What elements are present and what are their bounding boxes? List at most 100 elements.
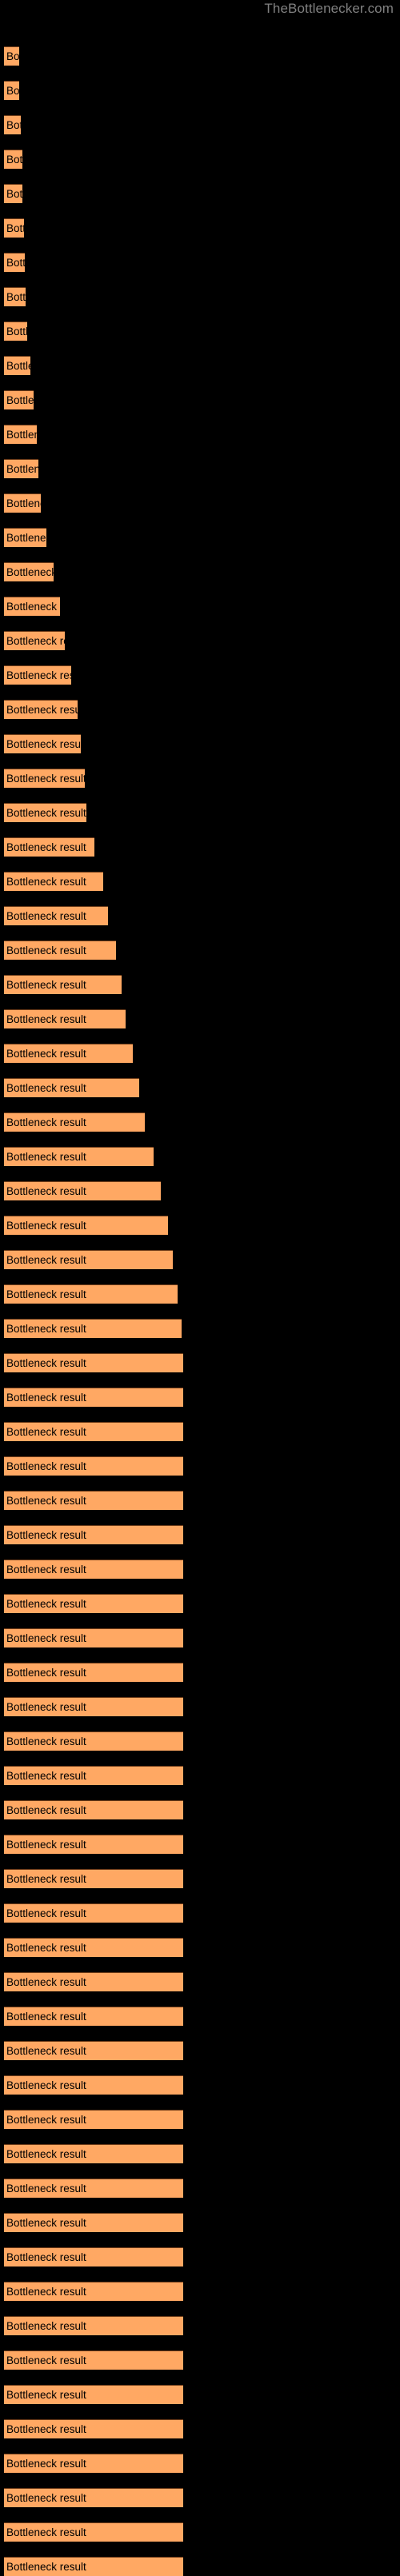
bar-row: Bottleneck result	[0, 253, 400, 272]
bar-row: Bottleneck result	[0, 1456, 400, 1476]
bar-label: Bottleneck result	[6, 1839, 86, 1851]
bar-label: Bottleneck result	[6, 2354, 86, 2366]
bar: Bottleneck result	[4, 906, 108, 925]
bar: Bottleneck result	[4, 837, 94, 857]
bar-label: Bottleneck result	[6, 704, 78, 716]
bar-label: Bottleneck result	[6, 876, 86, 888]
bar-label: Bottleneck result	[6, 1873, 86, 1885]
bar-row: Bottleneck result	[0, 2179, 400, 2198]
bar: Bottleneck result	[4, 356, 30, 375]
bar-row: Bottleneck result	[0, 2454, 400, 2473]
bar-label: Bottleneck result	[6, 394, 34, 406]
bar-row: Bottleneck result	[0, 1663, 400, 1682]
bar-row: Bottleneck result	[0, 356, 400, 375]
bar: Bottleneck result	[4, 2282, 183, 2301]
bar-label: Bottleneck result	[6, 1632, 86, 1644]
bar-row: Bottleneck result	[0, 2316, 400, 2335]
bar-row: Bottleneck result	[0, 1800, 400, 1819]
bar-row: Bottleneck result	[0, 1353, 400, 1372]
bar: Bottleneck result	[4, 2247, 183, 2266]
bar-label: Bottleneck result	[6, 2114, 86, 2126]
bar: Bottleneck result	[4, 1594, 183, 1613]
bar-label: Bottleneck result	[6, 257, 25, 269]
bar-label: Bottleneck result	[6, 738, 81, 750]
bar-label: Bottleneck result	[6, 1082, 86, 1094]
bar: Bottleneck result	[4, 46, 19, 66]
bar: Bottleneck result	[4, 1903, 183, 1923]
bar: Bottleneck result	[4, 2144, 183, 2163]
bar-row: Bottleneck result	[0, 46, 400, 66]
bar-label: Bottleneck result	[6, 2217, 86, 2229]
bar: Bottleneck result	[4, 1869, 183, 1888]
bar-row: Bottleneck result	[0, 631, 400, 650]
bar-label: Bottleneck result	[6, 2183, 86, 2195]
bar-label: Bottleneck result	[6, 1185, 86, 1197]
bar-row: Bottleneck result	[0, 975, 400, 994]
bar: Bottleneck result	[4, 2522, 183, 2542]
bar: Bottleneck result	[4, 1009, 126, 1028]
bar-row: Bottleneck result	[0, 1250, 400, 1269]
bar-row: Bottleneck result	[0, 1766, 400, 1785]
bar-row: Bottleneck result	[0, 1869, 400, 1888]
bar: Bottleneck result	[4, 2557, 183, 2576]
bar-label: Bottleneck result	[6, 2561, 86, 2573]
bar-label: Bottleneck result	[6, 2045, 86, 2057]
bar-row: Bottleneck result	[0, 2522, 400, 2542]
bar-label: Bottleneck result	[6, 429, 37, 441]
bar-row: Bottleneck result	[0, 1731, 400, 1751]
bar: Bottleneck result	[4, 1078, 139, 1097]
bar: Bottleneck result	[4, 2350, 183, 2370]
bar-row: Bottleneck result	[0, 906, 400, 925]
bar-row: Bottleneck result	[0, 665, 400, 685]
bar-label: Bottleneck result	[6, 2148, 86, 2160]
bar-label: Bottleneck result	[6, 1116, 86, 1128]
bar: Bottleneck result	[4, 322, 27, 341]
bar: Bottleneck result	[4, 1835, 183, 1854]
bar-label: Bottleneck result	[6, 910, 86, 922]
bar-label: Bottleneck result	[6, 2526, 86, 2538]
bar: Bottleneck result	[4, 1044, 133, 1063]
bar-label: Bottleneck result	[6, 188, 22, 200]
bar-row: Bottleneck result	[0, 2350, 400, 2370]
bar-row: Bottleneck result	[0, 1835, 400, 1854]
bar-row: Bottleneck result	[0, 2488, 400, 2507]
bar-row: Bottleneck result	[0, 493, 400, 513]
bar-label: Bottleneck result	[6, 979, 86, 991]
bar-row: Bottleneck result	[0, 150, 400, 169]
bar: Bottleneck result	[4, 1216, 168, 1235]
bar: Bottleneck result	[4, 631, 65, 650]
bar-label: Bottleneck result	[6, 1426, 86, 1438]
bar-row: Bottleneck result	[0, 872, 400, 891]
bar-label: Bottleneck result	[6, 1048, 86, 1060]
bar: Bottleneck result	[4, 734, 81, 753]
bar-label: Bottleneck result	[6, 2389, 86, 2401]
bar-row: Bottleneck result	[0, 390, 400, 409]
bar: Bottleneck result	[4, 2385, 183, 2404]
bar-label: Bottleneck result	[6, 945, 86, 957]
bar: Bottleneck result	[4, 425, 37, 444]
bar: Bottleneck result	[4, 769, 85, 788]
bar-label: Bottleneck result	[6, 669, 71, 681]
bar-label: Bottleneck result	[6, 222, 24, 234]
bar-row: Bottleneck result	[0, 1594, 400, 1613]
bar-label: Bottleneck result	[6, 2079, 86, 2091]
bar-label: Bottleneck result	[6, 1770, 86, 1782]
bar: Bottleneck result	[4, 2213, 183, 2232]
bar: Bottleneck result	[4, 1422, 183, 1441]
bar: Bottleneck result	[4, 150, 22, 169]
bar-label: Bottleneck result	[6, 360, 30, 372]
bar-label: Bottleneck result	[6, 497, 41, 509]
bar-row: Bottleneck result	[0, 1009, 400, 1028]
bar: Bottleneck result	[4, 665, 71, 685]
bar-label: Bottleneck result	[6, 635, 65, 647]
bar-row: Bottleneck result	[0, 769, 400, 788]
bar-row: Bottleneck result	[0, 2110, 400, 2129]
bar: Bottleneck result	[4, 1284, 178, 1304]
bar-row: Bottleneck result	[0, 2213, 400, 2232]
bar-row: Bottleneck result	[0, 1972, 400, 1991]
bar: Bottleneck result	[4, 2419, 183, 2438]
bar-label: Bottleneck result	[6, 2011, 86, 2023]
bar: Bottleneck result	[4, 1147, 154, 1166]
bar-row: Bottleneck result	[0, 2557, 400, 2576]
bar: Bottleneck result	[4, 2041, 183, 2060]
